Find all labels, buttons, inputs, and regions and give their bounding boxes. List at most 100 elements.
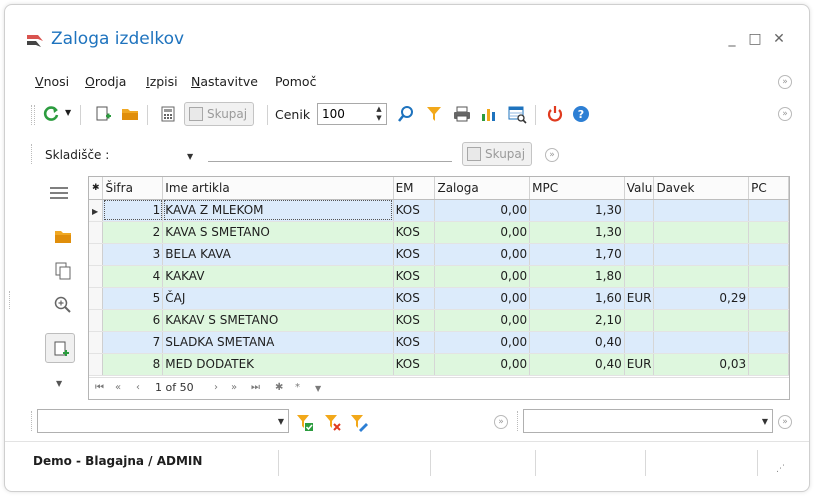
cell-zaloga[interactable]: 0,00 xyxy=(434,309,531,332)
toolbar-chevron-icon[interactable]: » xyxy=(778,107,792,121)
cell-zaloga[interactable]: 0,00 xyxy=(434,265,531,288)
cell-ime-artikla[interactable]: KAKAV xyxy=(162,265,394,288)
menu-chevron-icon[interactable]: » xyxy=(778,75,792,89)
cell-davek[interactable] xyxy=(653,265,750,288)
cell-pc[interactable] xyxy=(748,199,789,222)
close-button[interactable]: ✕ xyxy=(769,29,789,49)
table-row[interactable]: 2 KAVA S SMETANO KOS 0,00 1,30 xyxy=(89,221,789,244)
minimize-button[interactable]: _ xyxy=(722,29,742,49)
cell-valuta[interactable] xyxy=(624,331,655,354)
cell-ime-artikla[interactable]: KAVA Z MLEKOM xyxy=(162,199,394,222)
column-header-zaloga[interactable]: Zaloga xyxy=(434,177,531,200)
bottom-right-chevron-icon[interactable]: » xyxy=(778,415,792,429)
cell-davek[interactable] xyxy=(653,199,750,222)
nav-first-button[interactable]: ⏮ xyxy=(95,382,104,393)
cell-mpc[interactable]: 2,10 xyxy=(529,309,625,332)
row-indicator[interactable] xyxy=(89,309,104,332)
table-row[interactable]: 5 ČAJ KOS 0,00 1,60 EUR 0,29 xyxy=(89,287,789,310)
chart-icon[interactable] xyxy=(479,104,499,124)
column-header-valuta[interactable]: Valu xyxy=(624,177,655,200)
calculator-icon[interactable] xyxy=(158,104,178,124)
cell-valuta[interactable]: EUR xyxy=(624,353,655,376)
table-row[interactable]: ▶ 1 KAVA Z MLEKOM KOS 0,00 1,30 xyxy=(89,199,789,222)
bottom-left-combo-arrow-icon[interactable]: ▼ xyxy=(278,417,284,426)
cell-em[interactable]: KOS xyxy=(393,331,436,354)
new-document-icon[interactable] xyxy=(93,104,113,124)
row-indicator[interactable] xyxy=(89,331,104,354)
print-icon[interactable] xyxy=(452,104,472,124)
nav-next-page-button[interactable]: » xyxy=(231,382,237,393)
cell-pc[interactable] xyxy=(748,287,789,310)
price-list-input[interactable] xyxy=(318,104,368,124)
cell-valuta[interactable] xyxy=(624,221,655,244)
cell-valuta[interactable] xyxy=(624,199,655,222)
bottom-right-grip[interactable] xyxy=(517,411,519,431)
bottom-right-combo-arrow-icon[interactable]: ▼ xyxy=(762,417,768,426)
column-header-em[interactable]: EM xyxy=(393,177,436,200)
search-icon[interactable] xyxy=(396,104,416,124)
filter-icon[interactable] xyxy=(424,104,444,124)
open-folder-icon[interactable] xyxy=(120,104,140,124)
menu-vnosi[interactable]: Vnosi xyxy=(35,74,69,89)
cell-sifra[interactable]: 6 xyxy=(102,309,164,332)
cell-em[interactable]: KOS xyxy=(393,265,436,288)
bottom-mid-chevron-icon[interactable]: » xyxy=(494,415,508,429)
copy-icon[interactable] xyxy=(53,261,73,281)
nav-append-button[interactable]: ✱ xyxy=(275,382,283,393)
zoom-icon[interactable] xyxy=(53,295,73,315)
cell-zaloga[interactable]: 0,00 xyxy=(434,243,531,266)
cell-pc[interactable] xyxy=(748,353,789,376)
nav-prev-button[interactable]: ‹ xyxy=(136,382,140,393)
maximize-button[interactable]: □ xyxy=(745,29,765,49)
row-indicator[interactable] xyxy=(89,353,104,376)
grid-header-indicator[interactable]: ✱ xyxy=(89,177,104,200)
table-row[interactable]: 8 MED DODATEK KOS 0,00 0,40 EUR 0,03 xyxy=(89,353,789,376)
table-row[interactable]: 3 BELA KAVA KOS 0,00 1,70 xyxy=(89,243,789,266)
cell-em[interactable]: KOS xyxy=(393,353,436,376)
cell-sifra[interactable]: 2 xyxy=(102,221,164,244)
cell-valuta[interactable]: EUR xyxy=(624,287,655,310)
resize-grip-icon[interactable]: ⋰ xyxy=(776,464,785,474)
row-indicator[interactable] xyxy=(89,265,104,288)
nav-prev-page-button[interactable]: « xyxy=(115,382,121,393)
refresh-icon[interactable] xyxy=(41,104,61,124)
bottom-right-combo[interactable]: ▼ xyxy=(523,409,773,433)
cell-davek[interactable] xyxy=(653,309,750,332)
cell-ime-artikla[interactable]: ČAJ xyxy=(162,287,394,310)
table-row[interactable]: 6 KAKAV S SMETANO KOS 0,00 2,10 xyxy=(89,309,789,332)
filter-group-button[interactable]: Skupaj xyxy=(462,142,533,166)
filter-chevron-icon[interactable]: » xyxy=(545,148,559,162)
cell-sifra[interactable]: 4 xyxy=(102,265,164,288)
cell-mpc[interactable]: 1,60 xyxy=(529,287,625,310)
cell-davek[interactable] xyxy=(653,221,750,244)
cell-sifra[interactable]: 7 xyxy=(102,331,164,354)
filter-clear-icon[interactable] xyxy=(323,413,343,433)
cell-zaloga[interactable]: 0,00 xyxy=(434,331,531,354)
cell-ime-artikla[interactable]: SLADKA SMETANA xyxy=(162,331,394,354)
cell-pc[interactable] xyxy=(748,243,789,266)
column-header-sifra[interactable]: Šifra xyxy=(102,177,164,200)
column-header-pc[interactable]: PC xyxy=(748,177,789,200)
cell-zaloga[interactable]: 0,00 xyxy=(434,353,531,376)
cell-ime-artikla[interactable]: MED DODATEK xyxy=(162,353,394,376)
table-row[interactable]: 4 KAKAV KOS 0,00 1,80 xyxy=(89,265,789,288)
cell-zaloga[interactable]: 0,00 xyxy=(434,221,531,244)
cell-mpc[interactable]: 1,80 xyxy=(529,265,625,288)
column-header-davek[interactable]: Davek xyxy=(653,177,750,200)
row-indicator[interactable]: ▶ xyxy=(89,199,104,222)
row-indicator[interactable] xyxy=(89,243,104,266)
menu-pomoc[interactable]: Pomoč xyxy=(275,74,316,89)
nav-edit-button[interactable]: * xyxy=(295,382,300,393)
hamburger-menu-icon[interactable] xyxy=(49,183,69,203)
warehouse-dropdown-icon[interactable]: ▼ xyxy=(187,152,193,161)
cell-em[interactable]: KOS xyxy=(393,309,436,332)
cell-valuta[interactable] xyxy=(624,309,655,332)
side-more-icon[interactable]: ▼ xyxy=(56,379,62,388)
cell-davek[interactable]: 0,03 xyxy=(653,353,750,376)
menu-izpisi[interactable]: Izpisi xyxy=(146,74,178,89)
menu-orodja[interactable]: Orodja xyxy=(85,74,126,89)
cell-mpc[interactable]: 1,30 xyxy=(529,221,625,244)
side-folder-icon[interactable] xyxy=(53,227,73,247)
cell-em[interactable]: KOS xyxy=(393,221,436,244)
cell-mpc[interactable]: 0,40 xyxy=(529,353,625,376)
